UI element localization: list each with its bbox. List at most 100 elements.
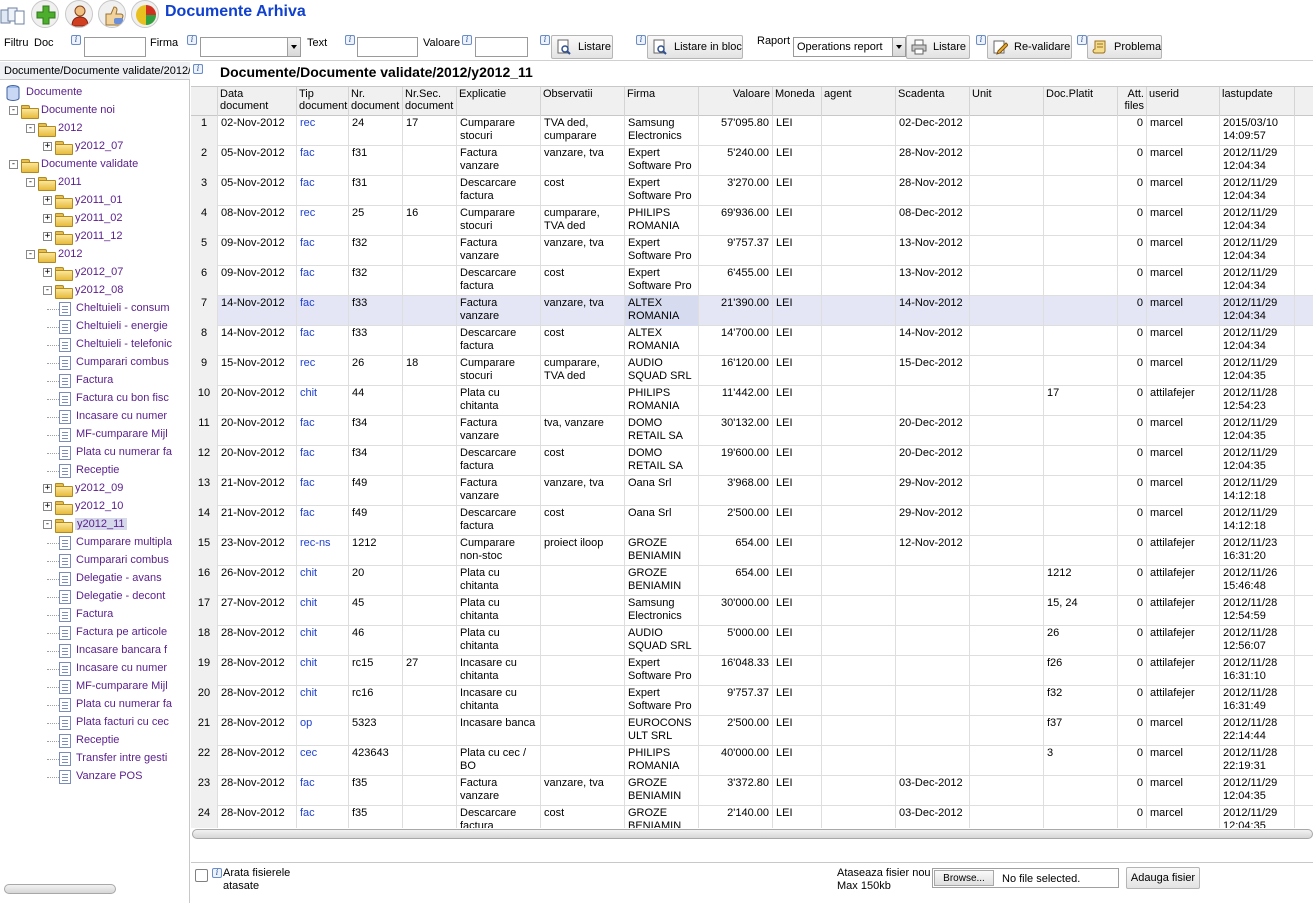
pie-chart-icon[interactable]	[131, 0, 159, 28]
tree-document[interactable]: Incasare bancara f	[0, 642, 189, 660]
table-cell[interactable]: fac	[297, 806, 349, 828]
tree-document[interactable]: Factura	[0, 372, 189, 390]
add-icon[interactable]	[31, 0, 59, 28]
add-file-button[interactable]: Adauga fisier	[1126, 867, 1200, 889]
table-row[interactable]: 4 08-Nov-2012 rec 25 16 Cumparare stocuri cump…	[191, 206, 1313, 236]
chevron-down-icon[interactable]	[287, 38, 300, 56]
collapse-icon[interactable]: -	[9, 106, 18, 115]
column-header[interactable]: Doc.Platit	[1044, 87, 1118, 116]
expand-icon[interactable]: +	[43, 232, 52, 241]
listare-button[interactable]: Listare	[551, 35, 613, 59]
table-row[interactable]: 21 28-Nov-2012 op 5323 Incasare banca EUROCON…	[191, 716, 1313, 746]
tree-document[interactable]: Plata cu numerar fa	[0, 444, 189, 462]
tree-folder[interactable]: + y2011_12	[0, 228, 189, 246]
table-cell[interactable]: rec	[297, 116, 349, 146]
tree-folder[interactable]: + y2012_10	[0, 498, 189, 516]
user-icon[interactable]	[65, 0, 93, 28]
table-row[interactable]: 14 21-Nov-2012 fac f49 Descarcare factura cos…	[191, 506, 1313, 536]
tree-document[interactable]: MF-cumparare Mijl	[0, 678, 189, 696]
column-header[interactable]: Moneda	[773, 87, 822, 116]
problema-info-icon[interactable]: i	[1077, 35, 1087, 45]
column-header[interactable]: Data document	[218, 87, 297, 116]
raport-select[interactable]: Operations report	[793, 37, 906, 57]
tree-document[interactable]: Cumparari combus	[0, 552, 189, 570]
text-filter-input[interactable]	[357, 37, 418, 57]
tree-folder[interactable]: - Documente noi	[0, 102, 189, 120]
collapse-icon[interactable]: -	[26, 250, 35, 259]
raport-listare-button[interactable]: Listare	[906, 35, 970, 59]
collapse-icon[interactable]: -	[9, 160, 18, 169]
firma-info-icon[interactable]: i	[187, 35, 197, 45]
tree-folder[interactable]: + y2011_02	[0, 210, 189, 228]
tree-folder[interactable]: + y2012_09	[0, 480, 189, 498]
table-row[interactable]: 10 20-Nov-2012 chit 44 Plata cu chitanta PHIL…	[191, 386, 1313, 416]
tree-folder[interactable]: - y2012_11	[0, 516, 189, 534]
table-row[interactable]: 22 28-Nov-2012 cec 423643 Plata cu cec / BO P…	[191, 746, 1313, 776]
table-row[interactable]: 20 28-Nov-2012 chit rc16 Incasare cu chitant…	[191, 686, 1313, 716]
tree-document[interactable]: Delegatie - avans	[0, 570, 189, 588]
browse-button[interactable]: Browse...	[934, 870, 994, 886]
show-files-info-icon[interactable]: i	[212, 868, 222, 878]
doc-filter-input[interactable]	[84, 37, 146, 57]
doc-info-icon[interactable]: i	[71, 35, 81, 45]
table-row[interactable]: 3 05-Nov-2012 fac f31 Descarcare factura cost…	[191, 176, 1313, 206]
tree-document[interactable]: Plata cu numerar fa	[0, 696, 189, 714]
table-cell[interactable]: chit	[297, 656, 349, 686]
tree-document[interactable]: MF-cumparare Mijl	[0, 426, 189, 444]
grid-info-icon[interactable]: i	[193, 64, 203, 74]
table-row[interactable]: 17 27-Nov-2012 chit 45 Plata cu chitanta Sams…	[191, 596, 1313, 626]
table-row[interactable]: 15 23-Nov-2012 rec-ns 1212 Cumparare non-sto…	[191, 536, 1313, 566]
tree-folder[interactable]: - Documente validate	[0, 156, 189, 174]
firma-filter-select[interactable]	[200, 37, 301, 57]
tree-document[interactable]: Factura	[0, 606, 189, 624]
table-row[interactable]: 8 14-Nov-2012 fac f33 Descarcare factura cost…	[191, 326, 1313, 356]
table-cell[interactable]: fac	[297, 776, 349, 806]
column-header[interactable]: Valoare	[699, 87, 773, 116]
table-cell[interactable]: fac	[297, 506, 349, 536]
tree-document[interactable]: Receptie	[0, 732, 189, 750]
table-cell[interactable]: fac	[297, 176, 349, 206]
expand-icon[interactable]: +	[43, 484, 52, 493]
table-row[interactable]: 19 28-Nov-2012 chit rc15 27 Incasare cu chita…	[191, 656, 1313, 686]
column-header[interactable]: agent	[822, 87, 896, 116]
listare-in-bloc-button[interactable]: Listare in bloc	[647, 35, 743, 59]
tree-folder[interactable]: - y2012_08	[0, 282, 189, 300]
revalidare-button[interactable]: Re-validare	[987, 35, 1072, 59]
chevron-down-icon[interactable]	[892, 38, 905, 56]
file-input[interactable]: Browse... No file selected.	[932, 868, 1119, 888]
column-header[interactable]: Nr.Sec. document	[403, 87, 457, 116]
table-row[interactable]: 5 09-Nov-2012 fac f32 Factura vanzare vanzare…	[191, 236, 1313, 266]
table-cell[interactable]: fac	[297, 236, 349, 266]
tree-document[interactable]: Transfer intre gesti	[0, 750, 189, 768]
column-header[interactable]: Tip document	[297, 87, 349, 116]
tree-document[interactable]: Cheltuieli - energie	[0, 318, 189, 336]
revalidare-info-icon[interactable]: i	[976, 35, 986, 45]
column-header[interactable]: Scadenta	[896, 87, 970, 116]
tree-document[interactable]: Factura pe articole	[0, 624, 189, 642]
collapse-icon[interactable]: -	[26, 178, 35, 187]
table-row[interactable]: 2 05-Nov-2012 fac f31 Factura vanzare vanzare…	[191, 146, 1313, 176]
column-header[interactable]: Unit	[970, 87, 1044, 116]
tree-horizontal-scrollbar[interactable]	[4, 884, 116, 894]
table-row[interactable]: 24 28-Nov-2012 fac f35 Descarcare factura cos…	[191, 806, 1313, 828]
table-row[interactable]: 12 20-Nov-2012 fac f34 Descarcare factura cos…	[191, 446, 1313, 476]
table-row[interactable]: 23 28-Nov-2012 fac f35 Factura vanzare vanzar…	[191, 776, 1313, 806]
table-row[interactable]: 1 02-Nov-2012 rec 24 17 Cumparare stocuri TVA …	[191, 116, 1313, 146]
table-cell[interactable]: rec-ns	[297, 536, 349, 566]
tree-folder[interactable]: + y2012_07	[0, 138, 189, 156]
tree-folder[interactable]: + y2012_07	[0, 264, 189, 282]
table-cell[interactable]: cec	[297, 746, 349, 776]
tree-folder[interactable]: - 2012	[0, 246, 189, 264]
table-cell[interactable]: fac	[297, 146, 349, 176]
tree-document[interactable]: Incasare cu numer	[0, 408, 189, 426]
tree-document[interactable]: Cumparari combus	[0, 354, 189, 372]
tree-document[interactable]: Incasare cu numer	[0, 660, 189, 678]
column-header[interactable]: Explicatie	[457, 87, 541, 116]
table-row[interactable]: 6 09-Nov-2012 fac f32 Descarcare factura cost…	[191, 266, 1313, 296]
expand-icon[interactable]: +	[43, 142, 52, 151]
documents-icon[interactable]	[0, 7, 26, 25]
grid-horizontal-scrollbar[interactable]	[192, 829, 1313, 839]
thumbs-up-icon[interactable]	[98, 0, 126, 28]
column-header[interactable]: Observatii	[541, 87, 625, 116]
expand-icon[interactable]: +	[43, 502, 52, 511]
